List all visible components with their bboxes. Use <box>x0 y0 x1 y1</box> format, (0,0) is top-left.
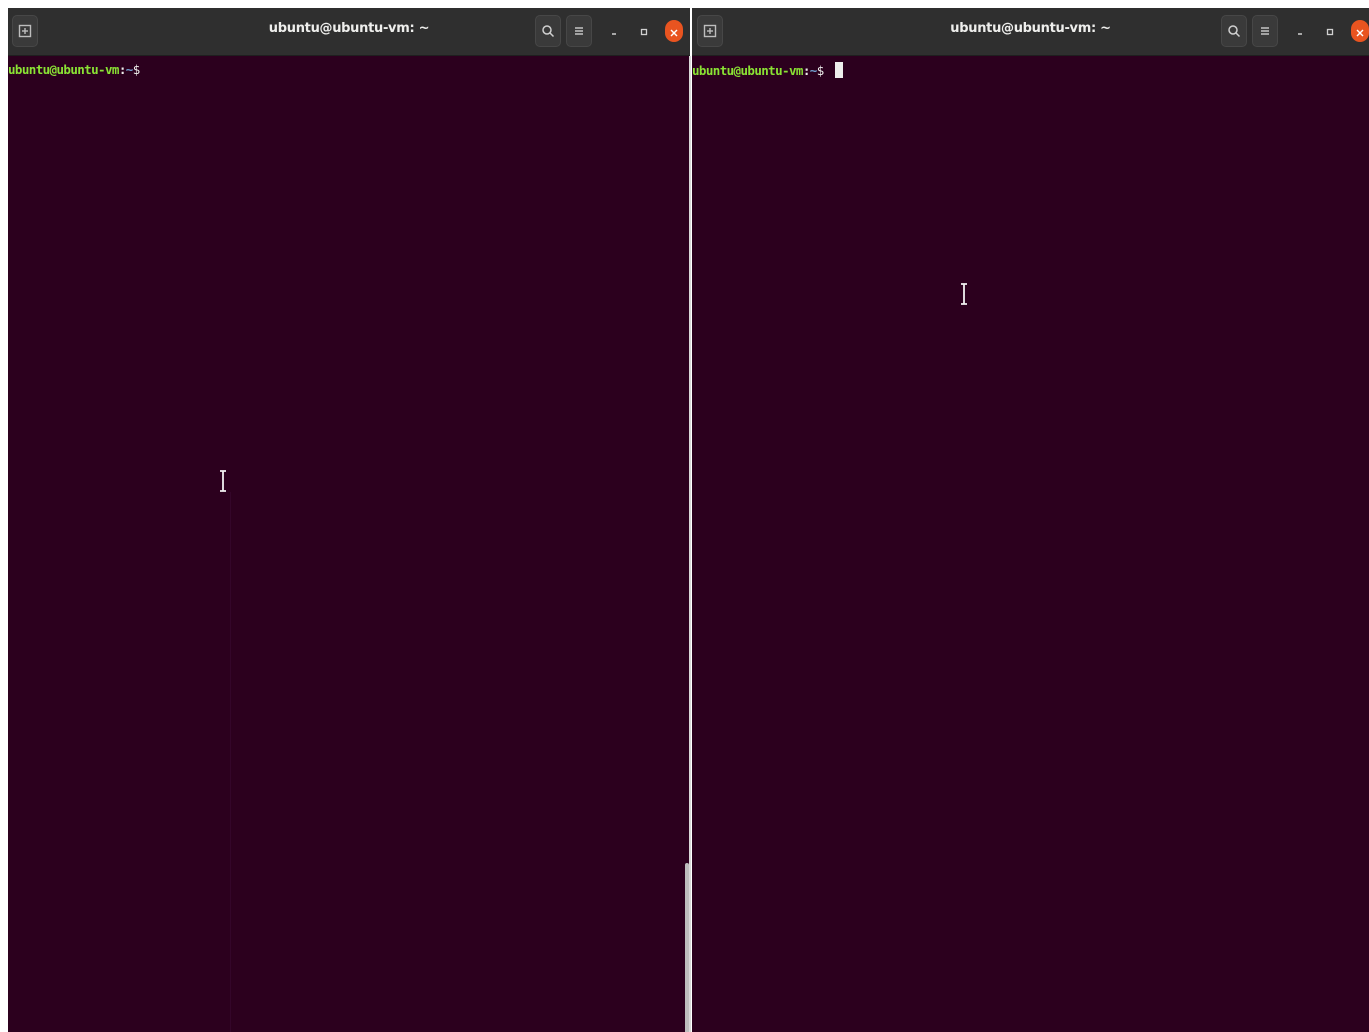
shell-prompt-right: ubuntu@ubuntu-vm:~$ <box>692 62 843 79</box>
titlebar-right[interactable]: ubuntu@ubuntu-vm: ~ <box>692 8 1369 56</box>
search-button-right[interactable] <box>1221 15 1247 47</box>
prompt-path: ~ <box>125 62 134 77</box>
prompt-colon: : <box>118 62 127 77</box>
minimize-button-left[interactable] <box>605 22 623 40</box>
close-icon <box>670 22 678 41</box>
block-text-cursor <box>834 62 843 78</box>
maximize-icon <box>639 22 649 41</box>
prompt-dollar: $ <box>132 62 141 77</box>
terminal-content-right[interactable]: ubuntu@ubuntu-vm:~$ <box>692 57 1369 1032</box>
terminal-window-right[interactable]: ubuntu@ubuntu-vm: ~ ubuntu@ubuntu-vm:~$ <box>692 8 1369 1032</box>
new-tab-button-left[interactable] <box>12 15 38 47</box>
search-button-left[interactable] <box>535 15 561 47</box>
prompt-user-host: ubuntu@ubuntu-vm <box>692 63 803 78</box>
prompt-path: ~ <box>809 63 818 78</box>
menu-button-right[interactable] <box>1252 15 1278 47</box>
ibeam-cursor-icon <box>218 470 228 492</box>
menu-button-left[interactable] <box>566 15 592 47</box>
minimize-icon <box>609 22 619 41</box>
maximize-button-left[interactable] <box>635 22 653 40</box>
ibeam-cursor-icon <box>959 283 969 305</box>
close-button-right[interactable] <box>1351 20 1369 42</box>
new-tab-button-right[interactable] <box>697 15 723 47</box>
hamburger-menu-icon <box>1259 25 1271 37</box>
maximize-button-right[interactable] <box>1321 22 1339 40</box>
maximize-icon <box>1325 22 1335 41</box>
search-icon <box>1227 24 1241 38</box>
new-tab-icon <box>18 24 32 38</box>
new-tab-icon <box>703 24 717 38</box>
search-icon <box>541 24 555 38</box>
terminal-window-left[interactable]: ubuntu@ubuntu-vm: ~ ubuntu@ubuntu-vm:~$ <box>8 8 690 1032</box>
text-artifact-line <box>230 492 231 1032</box>
prompt-user-host: ubuntu@ubuntu-vm <box>8 62 119 77</box>
minimize-button-right[interactable] <box>1291 22 1309 40</box>
close-icon <box>1356 22 1364 41</box>
terminal-content-left[interactable]: ubuntu@ubuntu-vm:~$ <box>8 57 690 1032</box>
prompt-colon: : <box>802 63 811 78</box>
prompt-dollar: $ <box>816 63 831 78</box>
titlebar-left[interactable]: ubuntu@ubuntu-vm: ~ <box>8 8 690 56</box>
desktop: ubuntu@ubuntu-vm: ~ ubuntu@ubuntu-vm:~$ … <box>0 0 1369 1032</box>
hamburger-menu-icon <box>573 25 585 37</box>
window-divider <box>689 56 691 1032</box>
minimize-icon <box>1295 22 1305 41</box>
shell-prompt-left: ubuntu@ubuntu-vm:~$ <box>8 62 140 78</box>
close-button-left[interactable] <box>665 20 683 42</box>
